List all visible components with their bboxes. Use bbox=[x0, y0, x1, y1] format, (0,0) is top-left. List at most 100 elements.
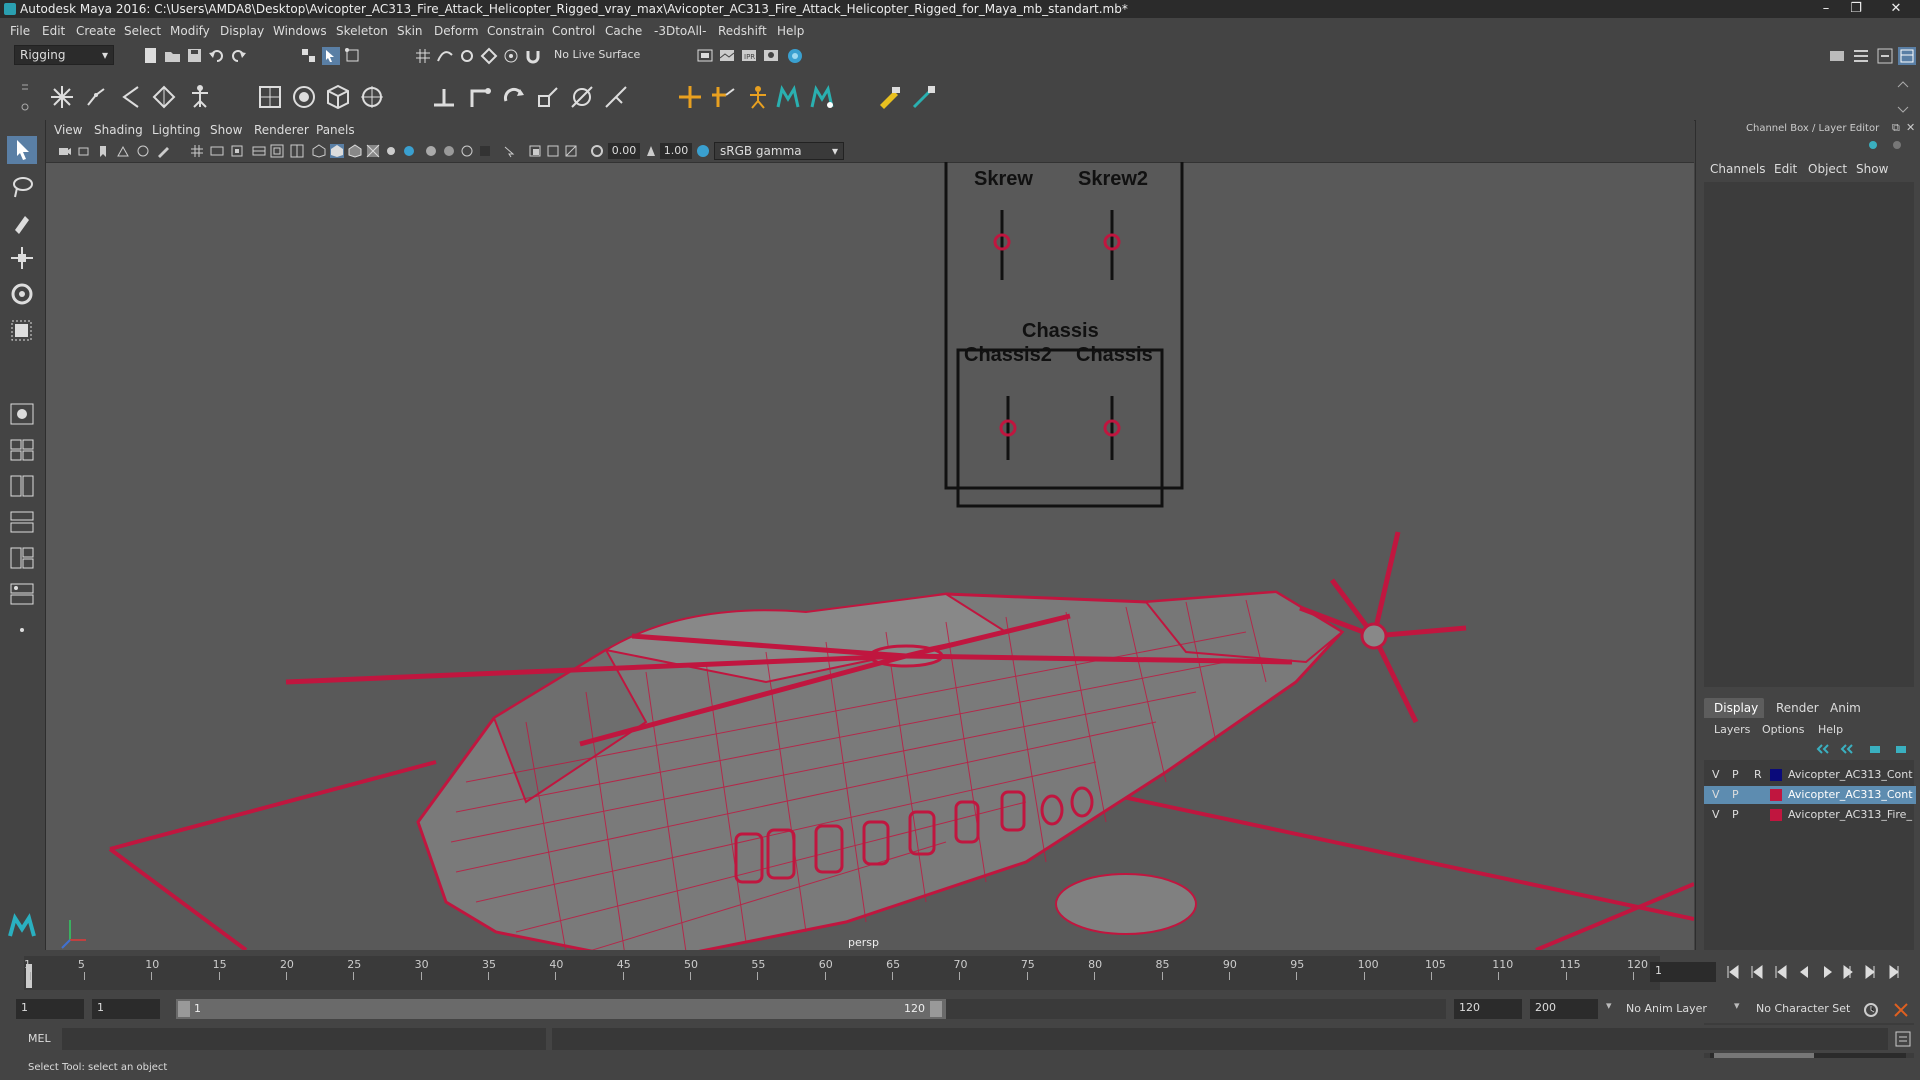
live-surface-label[interactable]: No Live Surface bbox=[554, 48, 640, 61]
render-settings-icon[interactable] bbox=[762, 47, 780, 65]
menu-constrain[interactable]: Constrain bbox=[487, 24, 545, 38]
pole-vector-icon[interactable] bbox=[602, 83, 630, 111]
layer-menu-layers[interactable]: Layers bbox=[1714, 723, 1750, 736]
layer-name[interactable]: Avicopter_AC313_Fire_ bbox=[1788, 808, 1912, 821]
hik-skeleton-icon[interactable] bbox=[744, 83, 772, 111]
anti-aliasing-icon[interactable] bbox=[460, 144, 474, 158]
smooth-shade-icon[interactable] bbox=[330, 144, 344, 158]
layer-name[interactable]: Avicopter_AC313_Cont bbox=[1788, 788, 1913, 801]
cb-menu-object[interactable]: Object bbox=[1808, 162, 1847, 176]
scale-tool-icon[interactable] bbox=[7, 316, 37, 344]
safe-action-icon[interactable] bbox=[290, 144, 304, 158]
anim-layer-dropdown[interactable]: No Anim Layer bbox=[1620, 999, 1746, 1019]
2d-pan-icon[interactable] bbox=[136, 144, 150, 158]
layout-four-pane-icon[interactable] bbox=[7, 436, 37, 464]
cb-menu-show[interactable]: Show bbox=[1856, 162, 1888, 176]
exposure-field[interactable]: 0.00 bbox=[608, 143, 640, 159]
resolution-gate-icon[interactable] bbox=[230, 144, 244, 158]
vp-menu-show[interactable]: Show bbox=[210, 123, 242, 137]
save-scene-icon[interactable] bbox=[186, 47, 204, 65]
time-slider[interactable]: 1 1 5 10 15 20 25 30 35 40 45 50 55 60 65 70 75 80 85 90 95… bbox=[0, 950, 1920, 995]
snap-grid-icon[interactable] bbox=[414, 47, 432, 65]
ik-spline-icon[interactable] bbox=[116, 83, 144, 111]
menu-set-dropdown[interactable]: Rigging ▾ bbox=[14, 45, 114, 65]
grease-pencil-icon[interactable] bbox=[156, 144, 170, 158]
menu-windows[interactable]: Windows bbox=[273, 24, 327, 38]
xray-components-icon[interactable] bbox=[564, 144, 578, 158]
layer-row[interactable]: V P R Avicopter_AC313_Cont bbox=[1708, 766, 1916, 784]
channel-box-tool-icon[interactable] bbox=[1866, 138, 1880, 152]
motion-blur-icon[interactable] bbox=[442, 144, 456, 158]
lights-icon[interactable] bbox=[384, 144, 398, 158]
playback-controls[interactable] bbox=[1724, 962, 1914, 982]
layer-name[interactable]: Avicopter_AC313_Cont bbox=[1788, 768, 1913, 781]
rotate-tool-icon[interactable] bbox=[7, 280, 37, 308]
layer-playback-toggle[interactable]: P bbox=[1732, 808, 1739, 821]
script-language-label[interactable]: MEL bbox=[28, 1032, 51, 1045]
float-panel-icon[interactable]: ⧉ bbox=[1892, 121, 1900, 135]
quick-rig-icon[interactable] bbox=[186, 83, 214, 111]
shelf-scroll-icon[interactable] bbox=[1896, 79, 1910, 115]
range-slider-start-handle[interactable] bbox=[178, 1001, 190, 1017]
menu-edit[interactable]: Edit bbox=[42, 24, 65, 38]
ipr-render-icon[interactable]: IPR bbox=[740, 47, 758, 65]
skrew-slider[interactable] bbox=[993, 210, 1011, 280]
hypershade-icon[interactable] bbox=[786, 47, 804, 65]
auto-key-icon[interactable] bbox=[1862, 1001, 1880, 1019]
layout-single-pane-icon[interactable] bbox=[7, 400, 37, 428]
camera-attributes-icon[interactable] bbox=[78, 144, 92, 158]
aim-constraint-icon[interactable] bbox=[568, 83, 596, 111]
attribute-editor-icon[interactable] bbox=[1852, 47, 1870, 65]
tool-settings-icon[interactable] bbox=[1876, 47, 1894, 65]
time-slider-track[interactable] bbox=[24, 956, 1660, 990]
bookmark-icon[interactable] bbox=[96, 144, 110, 158]
layout-more-icon[interactable] bbox=[7, 616, 37, 644]
menu-deform[interactable]: Deform bbox=[434, 24, 479, 38]
menu-select[interactable]: Select bbox=[124, 24, 161, 38]
gamma-field[interactable]: 1.00 bbox=[660, 143, 692, 159]
chassis2-slider[interactable] bbox=[999, 396, 1017, 460]
component-editor-icon[interactable] bbox=[910, 83, 938, 111]
playback-end-field[interactable]: 120 bbox=[1454, 999, 1522, 1019]
parent-constraint-icon[interactable] bbox=[430, 83, 458, 111]
menu-cache[interactable]: Cache bbox=[605, 24, 642, 38]
wireframe-icon[interactable] bbox=[312, 144, 326, 158]
camera-icon[interactable] bbox=[58, 144, 72, 158]
locator-joint-icon[interactable] bbox=[710, 83, 738, 111]
menu-modify[interactable]: Modify bbox=[170, 24, 210, 38]
chevron-down-icon[interactable]: ▾ bbox=[1734, 999, 1740, 1012]
scale-constraint-icon[interactable] bbox=[534, 83, 562, 111]
menu-create[interactable]: Create bbox=[76, 24, 116, 38]
menu-control[interactable]: Control bbox=[552, 24, 595, 38]
snap-curve-icon[interactable] bbox=[436, 47, 454, 65]
xray-joints-icon[interactable] bbox=[546, 144, 560, 158]
new-scene-icon[interactable] bbox=[142, 47, 160, 65]
tab-display[interactable]: Display bbox=[1704, 698, 1764, 718]
tab-render[interactable]: Render bbox=[1776, 701, 1819, 715]
layer-playback-toggle[interactable]: P bbox=[1732, 788, 1739, 801]
move-tool-icon[interactable] bbox=[7, 244, 37, 272]
grid-toggle-icon[interactable] bbox=[190, 144, 204, 158]
tab-anim[interactable]: Anim bbox=[1830, 701, 1861, 715]
depth-of-field-icon[interactable] bbox=[478, 144, 492, 158]
command-input[interactable] bbox=[62, 1028, 546, 1050]
helicopter-wireframe[interactable] bbox=[285, 531, 1467, 950]
layout-outliner-icon[interactable] bbox=[7, 508, 37, 536]
layer-visibility-toggle[interactable]: V bbox=[1712, 768, 1720, 781]
bind-skin-icon[interactable] bbox=[256, 83, 284, 111]
scene-canvas[interactable] bbox=[46, 162, 1694, 950]
menu-display[interactable]: Display bbox=[220, 24, 264, 38]
layer-row[interactable]: V P Avicopter_AC313_Fire_ bbox=[1708, 806, 1916, 824]
locator-icon[interactable] bbox=[676, 83, 704, 111]
vp-menu-renderer[interactable]: Renderer bbox=[254, 123, 309, 137]
range-slider[interactable]: 1 120 bbox=[176, 999, 946, 1019]
animation-end-field[interactable]: 200 bbox=[1530, 999, 1598, 1019]
channel-box-lock-icon[interactable] bbox=[1890, 138, 1904, 152]
playback-start-field[interactable]: 1 bbox=[92, 999, 160, 1019]
animation-prefs-icon[interactable] bbox=[1892, 1001, 1910, 1019]
vp-menu-lighting[interactable]: Lighting bbox=[152, 123, 201, 137]
layer-tools-icons[interactable] bbox=[1816, 742, 1916, 756]
chassis-slider[interactable] bbox=[1103, 396, 1121, 460]
menu-file[interactable]: File bbox=[10, 24, 30, 38]
layer-color-swatch[interactable] bbox=[1770, 769, 1782, 781]
